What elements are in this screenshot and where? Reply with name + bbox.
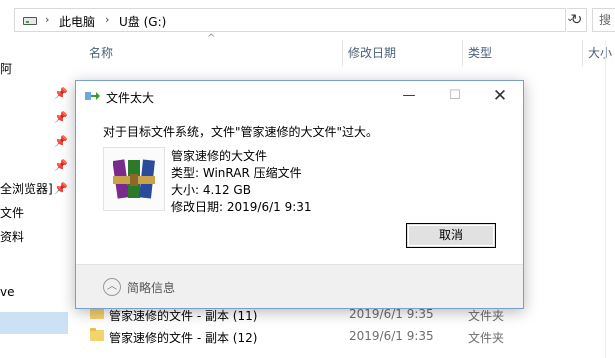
pin-icon: 📌 — [54, 111, 68, 124]
pin-icon: 📌 — [54, 87, 68, 100]
breadcrumb-separator-icon: › — [45, 13, 50, 26]
column-header-name[interactable]: 名称 — [89, 44, 113, 61]
breadcrumb-separator-icon: › — [105, 13, 110, 26]
drive-icon — [23, 17, 37, 25]
dialog-footer: ︿ 简略信息 — [76, 264, 523, 308]
minimize-icon: — — [402, 88, 416, 103]
file-date: 2019/6/1 9:35 — [349, 329, 434, 343]
close-button[interactable]: ✕ — [477, 81, 523, 111]
nav-item[interactable]: 阿 — [0, 60, 12, 77]
refresh-icon: ↻ — [570, 12, 583, 28]
sort-ascending-icon: ^ — [207, 33, 216, 44]
file-name: 管家速修的文件 - 副本 (12) — [109, 331, 258, 345]
dialog-title: 文件太大 — [106, 91, 155, 105]
refresh-button[interactable]: ↻ — [567, 8, 587, 32]
search-input[interactable]: 搜 — [592, 8, 615, 32]
column-header-date[interactable]: 修改日期 — [348, 44, 396, 61]
file-modified-label: 修改日期: 2019/6/1 9:31 — [171, 200, 312, 214]
nav-item-selected[interactable] — [0, 312, 68, 334]
file-type-label: 类型: WinRAR 压缩文件 — [171, 166, 302, 180]
pin-icon: 📌 — [54, 182, 68, 195]
folder-icon — [90, 328, 104, 341]
column-header-type[interactable]: 类型 — [468, 44, 492, 61]
pin-icon: 📌 — [54, 135, 68, 148]
fewer-details-toggle[interactable]: 简略信息 — [127, 279, 175, 296]
nav-item[interactable]: 全浏览器] — [0, 180, 53, 197]
dialog-titlebar[interactable]: 文件太大 — ☐ ✕ — [76, 81, 523, 111]
dialog-message: 对于目标文件系统，文件"管家速修的大文件"过大。 — [103, 125, 379, 139]
column-divider[interactable] — [342, 40, 343, 66]
file-type: 文件夹 — [468, 331, 505, 345]
close-icon: ✕ — [492, 86, 508, 106]
file-info-card: 管家速修的大文件 类型: WinRAR 压缩文件 大小: 4.12 GB 修改日… — [103, 147, 327, 214]
address-bar: › 此电脑 › U盘 (G:) ⌄ ↻ 搜 — [0, 6, 615, 36]
winrar-books-icon — [113, 159, 155, 199]
minimize-button[interactable]: — — [386, 81, 432, 111]
folder-icon — [90, 306, 104, 319]
vertical-scrollbar[interactable] — [605, 40, 615, 358]
file-size-label: 大小: 4.12 GB — [171, 183, 251, 197]
file-transfer-icon — [85, 92, 100, 100]
file-date: 2019/6/1 9:35 — [349, 307, 434, 321]
breadcrumb-usb-drive[interactable]: U盘 (G:) — [119, 13, 166, 30]
maximize-icon: ☐ — [449, 88, 461, 103]
cancel-button[interactable]: 取消 — [406, 223, 496, 248]
winrar-archive-icon — [103, 147, 165, 211]
pin-icon: 📌 — [54, 159, 68, 172]
address-input[interactable]: › 此电脑 › U盘 (G:) ⌄ — [14, 8, 574, 32]
file-name: 管家速修的文件 - 副本 (11) — [109, 309, 258, 323]
nav-item[interactable]: ve — [0, 285, 14, 299]
chevron-up-icon[interactable]: ︿ — [103, 278, 121, 296]
column-divider[interactable] — [582, 40, 583, 66]
file-name-label: 管家速修的大文件 — [171, 149, 268, 163]
navigation-pane: 阿 📌 📌 📌 📌 全浏览器] 📌 文件 资料 ve — [0, 40, 70, 358]
nav-item[interactable]: 资料 — [0, 228, 24, 245]
maximize-button[interactable]: ☐ — [432, 81, 478, 111]
nav-item[interactable]: 文件 — [0, 204, 24, 221]
file-too-large-dialog: 文件太大 — ☐ ✕ 对于目标文件系统，文件"管家速修的大文件"过大。 管家速修… — [75, 80, 524, 309]
breadcrumb-this-pc[interactable]: 此电脑 — [59, 13, 95, 30]
file-type: 文件夹 — [468, 309, 505, 323]
file-row[interactable]: 管家速修的文件 - 副本 (12) 2019/6/1 9:35 文件夹 — [84, 326, 604, 348]
column-divider[interactable] — [462, 40, 463, 66]
